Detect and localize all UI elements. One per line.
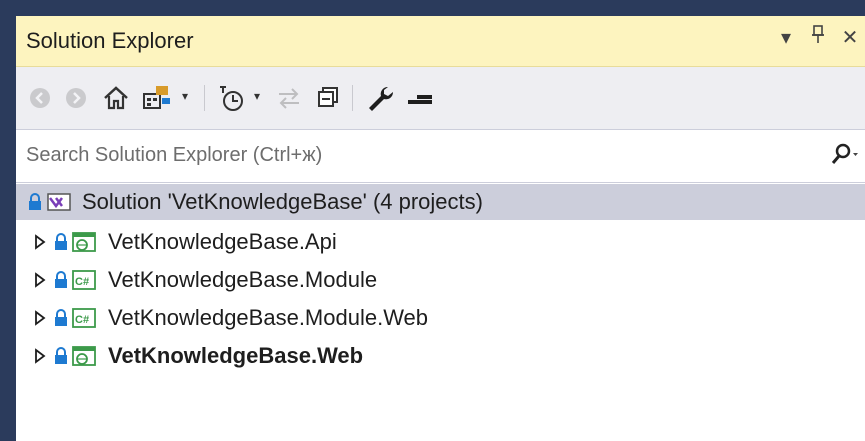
tree-project-node[interactable]: C# VetKnowledgeBase.Module: [16, 262, 865, 298]
pin-icon[interactable]: [807, 24, 829, 50]
solution-explorer-panel: Solution Explorer ▾ ✕ ▾ ▾ Search Solutio…: [16, 16, 865, 441]
svg-text:C#: C#: [75, 276, 89, 288]
forward-button[interactable]: [62, 81, 90, 115]
solution-icon: [47, 193, 71, 211]
project-label: VetKnowledgeBase.Api: [108, 229, 337, 254]
project-label: VetKnowledgeBase.Module: [108, 267, 378, 292]
switch-views-icon: [143, 86, 170, 109]
expand-arrow-icon[interactable]: [34, 272, 46, 288]
svg-text:C#: C#: [75, 314, 89, 326]
solution-label: Solution 'VetKnowledgeBase' (4 projects): [82, 189, 483, 214]
expand-arrow-icon[interactable]: [34, 234, 46, 250]
back-arrow-icon: [30, 88, 50, 108]
collapse-all-icon: [318, 87, 338, 107]
web-project-icon: [72, 346, 96, 366]
tree-project-node[interactable]: VetKnowledgeBase.Api: [16, 224, 865, 260]
lock-icon: [55, 271, 67, 288]
lock-icon: [55, 309, 67, 326]
sync-icon: [279, 88, 299, 109]
csharp-project-icon: C#: [72, 270, 96, 290]
tree-project-node[interactable]: C# VetKnowledgeBase.Module.Web: [16, 300, 865, 336]
panel-title-bar[interactable]: Solution Explorer ▾ ✕: [16, 16, 865, 67]
lock-icon: [55, 347, 67, 364]
lock-icon: [29, 193, 41, 210]
forward-arrow-icon: [66, 88, 86, 108]
title-actions: ▾ ✕: [775, 24, 861, 50]
home-icon: [104, 86, 128, 110]
dropdown-arrow-icon[interactable]: ▾: [775, 25, 797, 50]
search-input[interactable]: [26, 142, 786, 168]
search-icon[interactable]: [829, 142, 859, 172]
project-label: VetKnowledgeBase.Web: [108, 343, 364, 368]
lock-icon: [55, 233, 67, 250]
pending-changes-filter-button[interactable]: [216, 81, 248, 115]
switch-views-button[interactable]: [140, 81, 176, 115]
toolbar-separator: [204, 85, 205, 111]
expand-arrow-icon[interactable]: [34, 310, 46, 326]
solution-explorer-window: Solution Explorer ▾ ✕ ▾ ▾ Search Solutio…: [0, 0, 865, 441]
back-button[interactable]: [26, 81, 54, 115]
tree-project-node-startup[interactable]: VetKnowledgeBase.Web: [16, 338, 865, 374]
properties-button[interactable]: [364, 81, 396, 115]
close-icon[interactable]: ✕: [839, 25, 861, 50]
switch-views-dropdown-icon[interactable]: ▾: [182, 89, 188, 103]
sync-with-active-document-button[interactable]: [274, 81, 304, 115]
project-label: VetKnowledgeBase.Module.Web: [108, 305, 429, 330]
home-button[interactable]: [100, 81, 132, 115]
panel-title: Solution Explorer: [26, 28, 194, 53]
search-box: [16, 129, 865, 183]
csharp-project-icon: C#: [72, 308, 96, 328]
toolbar: ▾ ▾: [16, 67, 865, 129]
preview-selected-items-button[interactable]: [404, 81, 436, 115]
web-project-icon: [72, 232, 96, 252]
window-frame-top: [0, 0, 865, 16]
toolbar-separator: [352, 85, 353, 111]
window-frame-left: [0, 0, 16, 441]
pending-changes-dropdown-icon[interactable]: ▾: [254, 89, 260, 103]
minus-bar-icon: [408, 95, 432, 104]
collapse-all-button[interactable]: [312, 81, 342, 115]
wrench-icon: [369, 86, 394, 111]
solution-node[interactable]: Solution 'VetKnowledgeBase' (4 projects): [16, 184, 865, 220]
clock-filter-icon: [220, 86, 243, 111]
expand-arrow-icon[interactable]: [34, 348, 46, 364]
